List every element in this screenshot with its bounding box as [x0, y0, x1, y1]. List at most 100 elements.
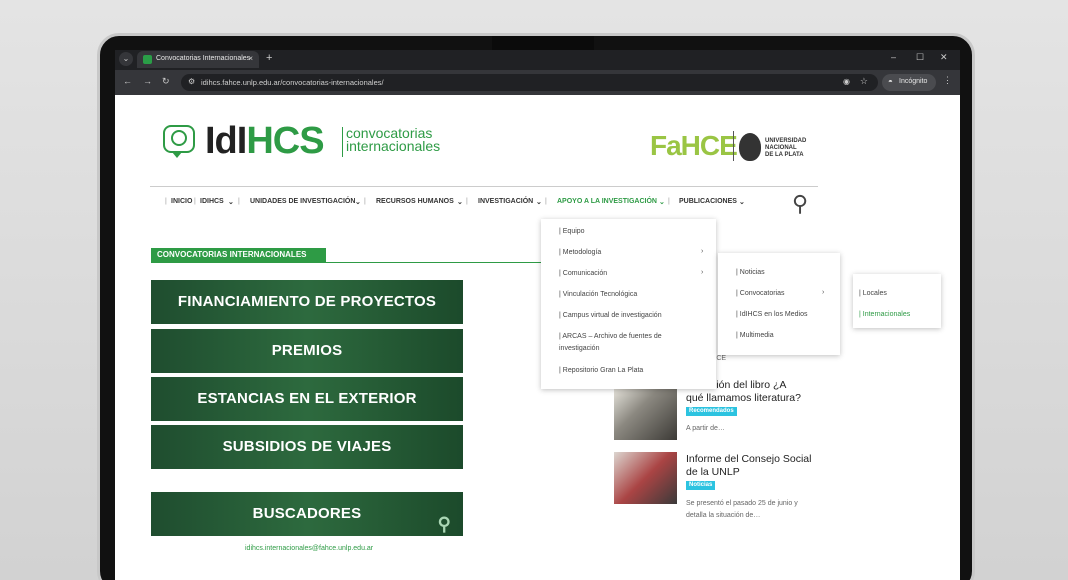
news-excerpt-line: detalla la situación de…	[686, 512, 761, 519]
menu-separator: |	[165, 198, 167, 205]
chevron-right-icon: ›	[822, 289, 825, 296]
menu-separator: |	[194, 198, 196, 205]
submenu-item-locales[interactable]: | Locales	[859, 290, 887, 297]
fahce-divider	[733, 131, 734, 161]
address-bar[interactable]: ⚙ idihcs.fahce.unlp.edu.ar/convocatorias…	[181, 74, 878, 91]
fahce-logo[interactable]: FaHCE	[650, 130, 738, 162]
tab-close-icon[interactable]: ×	[248, 54, 253, 63]
submenu-item-arcas-line2[interactable]: investigación	[559, 345, 599, 352]
chevron-down-icon: ⌄	[228, 199, 234, 206]
submenu-item-convocatorias[interactable]: | Convocatorias	[736, 290, 785, 297]
banner-buscadores[interactable]: BUSCADORES ⚲	[151, 492, 463, 536]
news-excerpt-line: Se presentó el pasado 25 de junio y	[686, 500, 798, 507]
url-text[interactable]: idihcs.fahce.unlp.edu.ar/convocatorias-i…	[201, 78, 384, 87]
chevron-down-icon: ⌄	[536, 199, 542, 206]
tab-search-icon[interactable]: ⌄	[119, 52, 133, 66]
submenu-item-arcas[interactable]: | ARCAS – Archivo de fuentes de	[559, 333, 662, 340]
close-window-icon[interactable]: ✕	[940, 52, 948, 63]
news-thumbnail[interactable]	[614, 452, 677, 504]
news-title-line: de la UNLP	[686, 466, 740, 478]
unlp-seal-icon	[739, 133, 761, 161]
submenu-apoyo: | Equipo | Metodología › | Comunicación …	[541, 219, 716, 389]
section-divider	[151, 262, 581, 263]
unlp-logo-text[interactable]: UNIVERSIDAD NACIONAL DE LA PLATA	[765, 138, 806, 159]
news-title-line: qué llamamos literatura?	[686, 392, 801, 404]
submenu-item-multimedia[interactable]: | Multimedia	[736, 332, 774, 339]
banner-premios[interactable]: PREMIOS	[151, 329, 463, 373]
tab-title: Convocatorias Internacionales	[156, 55, 251, 62]
news-title-line: Informe del Consejo Social	[686, 453, 812, 465]
unlp-line: DE LA PLATA	[765, 152, 804, 158]
reload-icon[interactable]: ↻	[162, 76, 170, 87]
minimize-icon[interactable]: –	[891, 52, 896, 62]
submenu-convocatorias: | Locales | Internacionales	[853, 274, 941, 328]
globe-icon	[171, 130, 187, 146]
category-badge[interactable]: Noticias	[686, 481, 716, 490]
category-badge[interactable]: Recomendados	[686, 407, 737, 416]
menu-item-recursos[interactable]: RECURSOS HUMANOS	[376, 198, 454, 205]
banner-subsidios[interactable]: SUBSIDIOS DE VIAJES	[151, 425, 463, 469]
logo-subtitle: convocatorias internacionales	[346, 126, 441, 154]
submenu-item-repositorio[interactable]: | Repositorio Gran La Plata	[559, 367, 643, 374]
search-icon[interactable]: ⚲	[792, 191, 808, 217]
contact-email[interactable]: idihcs.internacionales@fahce.unlp.edu.ar	[245, 545, 373, 552]
menu-separator: |	[545, 198, 547, 205]
chevron-down-icon: ⌄	[355, 199, 361, 206]
submenu-item-comunicacion[interactable]: | Comunicación	[559, 270, 607, 277]
menu-kebab-icon[interactable]: ⋮	[943, 75, 952, 86]
menu-separator: |	[466, 198, 468, 205]
menu-separator: |	[238, 198, 240, 205]
maximize-icon[interactable]: ☐	[916, 52, 924, 63]
news-excerpt: A partir de…	[686, 425, 725, 432]
submenu-comunicacion: | Noticias | Convocatorias › | IdIHCS en…	[718, 253, 840, 355]
submenu-item-internacionales[interactable]: | Internacionales	[859, 311, 910, 318]
chevron-right-icon: ›	[701, 269, 704, 276]
submenu-item-medios[interactable]: | IdIHCS en los Medios	[736, 311, 807, 318]
submenu-item-metodologia[interactable]: | Metodología	[559, 249, 601, 256]
tracking-eye-icon[interactable]: ◉	[843, 77, 850, 86]
logo-divider	[342, 127, 343, 157]
news-excerpt: Se presentó el pasado 25 de junio y deta…	[686, 498, 798, 522]
header-divider	[150, 186, 818, 187]
news-thumbnail[interactable]	[614, 388, 677, 440]
banner-financiamiento[interactable]: FINANCIAMIENTO DE PROYECTOS	[151, 280, 463, 324]
menu-item-inicio[interactable]: INICIO	[171, 198, 192, 205]
menu-item-unidades[interactable]: UNIDADES DE INVESTIGACIÓN	[250, 198, 355, 205]
back-icon[interactable]: ←	[123, 76, 132, 86]
menu-item-publicaciones[interactable]: PUBLICACIONES	[679, 198, 737, 205]
section-title: CONVOCATORIAS INTERNACIONALES	[151, 248, 326, 262]
incognito-badge[interactable]: ◓ Incógnito	[882, 74, 936, 91]
logo-hcs: HCS	[246, 120, 324, 162]
new-tab-icon[interactable]: +	[266, 52, 272, 64]
news-title[interactable]: Informe del Consejo Social de la UNLP	[686, 453, 811, 479]
logo-sub-line2: internacionales	[346, 138, 441, 154]
submenu-item-campus[interactable]: | Campus virtual de investigación	[559, 312, 662, 319]
banner-buscadores-label: BUSCADORES	[252, 505, 362, 522]
menu-item-investigacion[interactable]: INVESTIGACIÓN	[478, 198, 533, 205]
unlp-line: UNIVERSIDAD	[765, 138, 807, 144]
logo-idl: IdI	[205, 120, 247, 162]
submenu-item-equipo[interactable]: | Equipo	[559, 228, 585, 235]
chevron-down-icon: ⌄	[739, 199, 745, 206]
browser-chrome: ⌄ Convocatorias Internacionales × + – ☐ …	[115, 50, 960, 95]
menu-item-apoyo[interactable]: APOYO A LA INVESTIGACIÓN	[557, 198, 657, 205]
menu-separator: |	[668, 198, 670, 205]
browser-toolbar: ← → ↻ ⚙ idihcs.fahce.unlp.edu.ar/convoca…	[115, 70, 960, 95]
browser-tab[interactable]: Convocatorias Internacionales ×	[137, 51, 259, 68]
chevron-right-icon: ›	[701, 248, 704, 255]
incognito-label: Incógnito	[899, 78, 928, 85]
unlp-line: NACIONAL	[765, 145, 797, 151]
menu-item-idihcs[interactable]: IDIHCS	[200, 198, 224, 205]
menu-separator: |	[364, 198, 366, 205]
favicon-icon	[143, 55, 152, 64]
banner-estancias[interactable]: ESTANCIAS EN EL EXTERIOR	[151, 377, 463, 421]
tab-bar: ⌄ Convocatorias Internacionales × + – ☐ …	[115, 50, 960, 68]
bookmark-star-icon[interactable]: ☆	[860, 76, 868, 87]
site-logo[interactable]: IdIHCS	[205, 120, 325, 163]
magnifier-icon: ⚲	[437, 514, 451, 534]
forward-icon[interactable]: →	[143, 76, 152, 86]
site-info-icon[interactable]: ⚙	[188, 77, 195, 86]
submenu-item-vinculacion[interactable]: | Vinculación Tecnológica	[559, 291, 637, 298]
submenu-item-noticias[interactable]: | Noticias	[736, 269, 765, 276]
idihcs-logo-icon[interactable]	[163, 125, 195, 158]
